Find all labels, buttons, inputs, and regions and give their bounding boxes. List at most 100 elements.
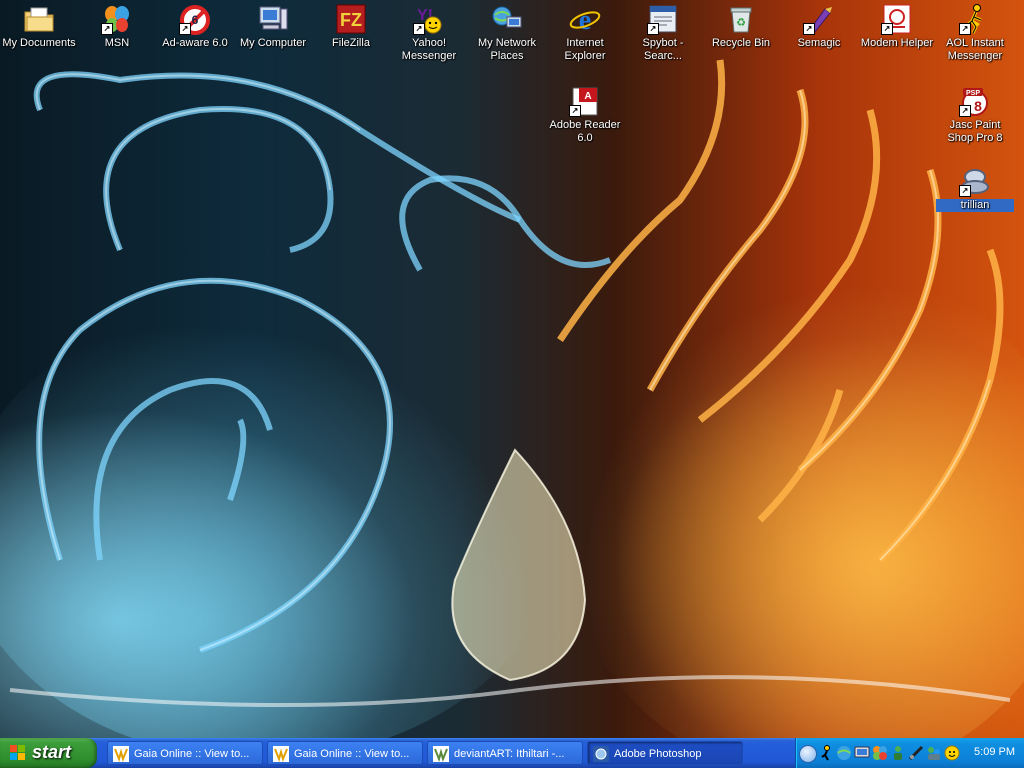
shortcut-arrow-icon: ↗ xyxy=(101,23,113,35)
ice-highlight xyxy=(35,73,361,131)
taskbar-button-label: deviantART: Ithiltari -... xyxy=(454,748,565,760)
svg-text:♻: ♻ xyxy=(736,17,746,29)
svg-text:e: e xyxy=(579,5,591,35)
desktop-icon-yahoo-messenger[interactable]: Y! ↗ Yahoo! Messenger xyxy=(390,0,468,63)
icon-label: Adobe Reader 6.0 xyxy=(549,119,621,144)
shortcut-arrow-icon: ↗ xyxy=(803,23,815,35)
ice-swirl xyxy=(93,378,273,561)
shortcut-arrow-icon: ↗ xyxy=(959,185,971,197)
gaia-online-icon xyxy=(113,746,129,762)
taskbar-button-label: Gaia Online :: View to... xyxy=(294,748,410,760)
desktop-icon-my-documents[interactable]: My Documents xyxy=(0,0,78,50)
taskbar-button-gaia-online-1[interactable]: Gaia Online :: View to... xyxy=(107,741,263,765)
shortcut-arrow-icon: ↗ xyxy=(413,23,425,35)
svg-text:PSP: PSP xyxy=(966,90,980,97)
internet-explorer-icon: e xyxy=(569,3,601,36)
icon-label: Internet Explorer xyxy=(564,37,606,62)
desktop-icon-filezilla[interactable]: FZ FileZilla xyxy=(312,0,390,50)
taskbar-button-label: Adobe Photoshop xyxy=(614,748,702,760)
taskbar-button-adobe-photoshop[interactable]: Adobe Photoshop xyxy=(587,741,743,765)
desktop-icon-ad-aware[interactable]: 6 ↗ Ad-aware 6.0 xyxy=(156,0,234,50)
ice-highlight xyxy=(38,279,391,651)
modem-tray-icon[interactable] xyxy=(908,745,924,761)
clock[interactable]: 5:09 PM xyxy=(974,746,1015,758)
shortcut-arrow-icon: ↗ xyxy=(881,23,893,35)
ice-swirl xyxy=(227,418,247,501)
modem-helper-icon: ↗ xyxy=(881,3,913,35)
svg-text:FZ: FZ xyxy=(340,10,362,30)
wallpaper-fire-ice-art xyxy=(9,59,1011,707)
adaware-icon: 6 ↗ xyxy=(179,3,211,35)
svg-text:A: A xyxy=(584,91,591,102)
desktop-icon-my-network-places[interactable]: My Network Places xyxy=(468,0,546,63)
display-tray-icon[interactable] xyxy=(854,745,870,761)
taskbar-button-label: Gaia Online :: View to... xyxy=(134,748,250,760)
base-wave xyxy=(9,675,1011,707)
shortcut-arrow-icon: ↗ xyxy=(959,105,971,117)
svg-text:8: 8 xyxy=(974,98,982,114)
system-tray: 5:09 PM xyxy=(795,738,1024,768)
start-button[interactable]: start xyxy=(0,738,97,768)
taskbar-button-deviantart[interactable]: deviantART: Ithiltari -... xyxy=(427,741,583,765)
folder-documents-icon xyxy=(23,3,55,35)
flame-tongue xyxy=(697,109,881,423)
aim-running-man-icon: ↗ xyxy=(959,3,991,35)
filezilla-icon: FZ xyxy=(335,3,367,35)
shortcut-arrow-icon: ↗ xyxy=(569,105,581,117)
flame-tongue xyxy=(757,389,844,523)
desktop-icon-modem-helper[interactable]: ↗ Modem Helper xyxy=(858,0,936,50)
ice-swirl xyxy=(399,175,612,272)
start-label: start xyxy=(32,742,72,762)
msn-tray-icon[interactable] xyxy=(872,745,888,761)
computer-icon xyxy=(257,3,289,35)
windows-flag-icon xyxy=(10,745,25,760)
icon-label: My Network Places xyxy=(477,37,537,62)
desktop-icon-jasc-paint-shop-pro[interactable]: PSP 8 ↗ Jasc Paint Shop Pro 8 xyxy=(936,82,1014,145)
recycle-bin-icon: ♻ xyxy=(725,3,757,35)
photoshop-icon xyxy=(593,746,609,762)
network-tray-icon[interactable] xyxy=(836,745,852,761)
icon-label: FileZilla xyxy=(332,37,370,49)
adobe-reader-icon: A ↗ xyxy=(569,85,601,117)
icon-label: Jasc Paint Shop Pro 8 xyxy=(947,119,1003,144)
user-tray-icon[interactable] xyxy=(890,745,906,761)
desktop[interactable]: My Documents ↗ MSN 6 ↗ Ad-aware 6.0 My C… xyxy=(0,0,1024,738)
shortcut-arrow-icon: ↗ xyxy=(647,23,659,35)
icon-label: Modem Helper xyxy=(860,37,934,49)
icon-label: Spybot - Searc... xyxy=(642,37,684,62)
shortcut-arrow-icon: ↗ xyxy=(179,23,191,35)
taskbar: start Gaia Online :: View to... Gaia Onl… xyxy=(0,738,1024,768)
desktop-icon-aol-instant-messenger[interactable]: ↗ AOL Instant Messenger xyxy=(936,0,1014,63)
paint-shop-pro-icon: PSP 8 ↗ xyxy=(959,85,991,117)
deviantart-icon xyxy=(433,746,449,762)
yahoo-messenger-icon: Y! ↗ xyxy=(413,3,445,35)
msn-butterfly-icon: ↗ xyxy=(101,3,133,35)
desktop-icon-msn[interactable]: ↗ MSN xyxy=(78,0,156,50)
aim-tray-icon[interactable] xyxy=(818,745,834,761)
icon-label: Semagic xyxy=(797,37,841,49)
desktop-icon-my-computer[interactable]: My Computer xyxy=(234,0,312,50)
messenger-tray-icon[interactable] xyxy=(926,745,942,761)
icon-label: My Documents xyxy=(2,37,76,49)
icon-label: Recycle Bin xyxy=(711,37,771,49)
flame-highlight xyxy=(879,379,991,561)
icon-label: Yahoo! Messenger xyxy=(401,37,457,62)
desktop-icon-adobe-reader[interactable]: A ↗ Adobe Reader 6.0 xyxy=(546,82,624,145)
ice-swirl xyxy=(36,277,393,653)
desktop-icon-trillian[interactable]: ↗ trillian xyxy=(936,162,1014,212)
network-places-icon xyxy=(491,3,523,35)
taskbar-button-gaia-online-2[interactable]: Gaia Online :: View to... xyxy=(267,741,423,765)
desktop-icon-recycle-bin[interactable]: ♻ Recycle Bin xyxy=(702,0,780,50)
show-hidden-icons-chevron-icon[interactable] xyxy=(799,745,817,763)
yahoo-tray-icon[interactable] xyxy=(944,745,960,761)
shortcut-arrow-icon: ↗ xyxy=(959,23,971,35)
icon-label: MSN xyxy=(104,37,130,49)
desktop-icon-internet-explorer[interactable]: e Internet Explorer xyxy=(546,0,624,63)
svg-text:6: 6 xyxy=(192,13,199,27)
gaia-online-icon xyxy=(273,746,289,762)
icon-label: My Computer xyxy=(239,37,307,49)
icon-label: trillian xyxy=(936,199,1014,212)
desktop-icon-spybot[interactable]: ↗ Spybot - Searc... xyxy=(624,0,702,63)
semagic-icon: ↗ xyxy=(803,3,835,35)
desktop-icon-semagic[interactable]: ↗ Semagic xyxy=(780,0,858,50)
